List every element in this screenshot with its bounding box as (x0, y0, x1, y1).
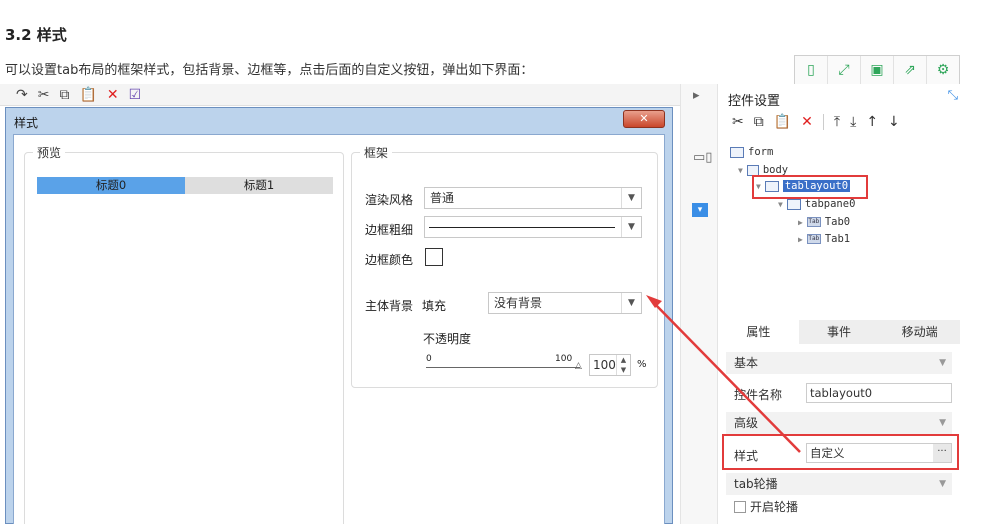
delete-icon[interactable]: ✕ (801, 114, 813, 130)
collapse-icon[interactable]: ⤡ (948, 88, 958, 103)
delete-icon[interactable]: ✕ (107, 87, 119, 103)
style-dialog: 样式 ✕ 预览 标题0 标题1 框架 渲染风格 普通 ▼ 边框粗细 ▼ 边框颜色… (5, 107, 673, 524)
expand-icon[interactable]: ▼ (738, 166, 743, 175)
render-style-label: 渲染风格 (365, 193, 414, 207)
section-description: 可以设置tab布局的框架样式，包括背景、边框等，点击后面的自定义按钮，弹出如下界… (5, 63, 534, 78)
prop-row-carousel[interactable]: 开启轮播 (734, 498, 798, 515)
toolbar-separator (822, 114, 824, 130)
opacity-spinner[interactable]: 100 ▲ ▼ (589, 354, 631, 376)
tabpane-icon (786, 198, 801, 210)
highlight-tablayout (752, 175, 868, 199)
tree-node-tabpane[interactable]: ▼ tabpane0 (778, 198, 855, 210)
side-strip: ▸ ▾ ▭▯ (680, 84, 718, 524)
paste-icon[interactable]: 📋 (79, 87, 96, 103)
chevron-down-icon: ▼ (939, 479, 946, 489)
dialog-body: 预览 标题0 标题1 框架 渲染风格 普通 ▼ 边框粗细 ▼ 边框颜色 主体背景 (13, 134, 665, 524)
percent-label: % (637, 359, 647, 370)
widget-name-input[interactable]: tablayout0 (806, 383, 952, 403)
chevron-down-icon: ▼ (621, 188, 641, 208)
fill-label: 填充 (422, 299, 447, 313)
body-icon (746, 164, 759, 176)
layout-icon[interactable]: ▭▯ (693, 150, 712, 165)
preview-legend: 预览 (33, 144, 66, 161)
render-style-select[interactable]: 普通 ▼ (424, 187, 642, 209)
top-icon-toolbar: ▯ ⤢ ▣ ⇗ ⚙ (794, 55, 960, 85)
settings-icon[interactable]: ⚙ (927, 56, 959, 84)
slider-thumb[interactable]: △ (575, 361, 582, 371)
border-width-select[interactable]: ▼ (424, 216, 642, 238)
copy-icon[interactable]: ⧉ (754, 114, 764, 130)
fullscreen-icon[interactable]: ⤢ (828, 56, 861, 84)
border-width-label: 边框粗细 (365, 223, 414, 237)
dialog-title: 样式 (14, 116, 39, 130)
group-carousel[interactable]: tab轮播 ▼ (726, 473, 952, 495)
tab-events[interactable]: 事件 (799, 320, 880, 344)
slider-min-label: 0 (426, 354, 432, 364)
opacity-label: 不透明度 (423, 332, 472, 346)
tree-node-form[interactable]: form (730, 146, 773, 158)
collapse-arrow-icon[interactable]: ▶ (798, 218, 803, 227)
cut-icon[interactable]: ✂ (732, 114, 744, 130)
preview-tab-0: 标题0 (37, 177, 185, 194)
tab-mobile[interactable]: 移动端 (879, 320, 960, 344)
collapse-arrow-icon[interactable]: ▶ (798, 235, 803, 244)
move-up-icon[interactable]: ↑ (866, 114, 878, 130)
spinner-arrows-icon[interactable]: ▲ ▼ (616, 355, 630, 375)
tree-node-tab0[interactable]: ▶ Tab Tab0 (798, 216, 850, 228)
tree-node-tab1[interactable]: ▶ Tab Tab1 (798, 233, 850, 245)
slider-max-label: 100 (555, 354, 573, 364)
paste-icon[interactable]: 📋 (774, 114, 791, 130)
section-heading: 3.2 样式 (5, 26, 67, 44)
chevron-down-icon: ▼ (621, 217, 641, 237)
prop-row-name: 控件名称 (734, 388, 783, 402)
export-icon[interactable]: ⇗ (894, 56, 927, 84)
chevron-down-icon: ▼ (939, 418, 946, 428)
check-icon[interactable]: ☑ (129, 87, 142, 103)
chevron-down-icon: ▼ (939, 358, 946, 368)
preview-tabs: 标题0 标题1 (37, 177, 333, 194)
designer-toolbar: ↷ ✂ ⧉ 📋 ✕ ☑ (0, 84, 680, 106)
property-tabs: 属性 事件 移动端 (718, 320, 960, 344)
opacity-slider[interactable] (426, 367, 580, 368)
border-color-picker[interactable] (425, 248, 443, 266)
save-icon[interactable]: ▣ (861, 56, 894, 84)
preview-tab-1: 标题1 (185, 177, 333, 194)
widget-panel-icon[interactable]: ▾ (692, 203, 708, 217)
move-down-icon[interactable]: ↓ (888, 114, 900, 130)
background-label: 主体背景 (365, 299, 414, 313)
carousel-checkbox[interactable] (734, 500, 746, 513)
redo-icon[interactable]: ↷ (16, 87, 28, 103)
background-select[interactable]: 没有背景 ▼ (488, 292, 642, 314)
cut-icon[interactable]: ✂ (38, 87, 50, 103)
tab-properties[interactable]: 属性 (718, 320, 799, 344)
close-button[interactable]: ✕ (623, 110, 665, 128)
highlight-style-row (722, 434, 959, 470)
move-top-icon[interactable]: ⤒ (834, 114, 840, 130)
border-color-label: 边框颜色 (365, 253, 414, 267)
copy-icon[interactable]: ⧉ (59, 87, 69, 103)
tab-icon: Tab (806, 217, 821, 227)
group-basic[interactable]: 基本 ▼ (726, 352, 952, 374)
panel-title: 控件设置 (728, 94, 781, 109)
screenshot-root: 3.2 样式 可以设置tab布局的框架样式，包括背景、边框等，点击后面的自定义按… (0, 0, 990, 524)
panel-toolbar: ✂ ⧉ 📋 ✕ ⤒ ⤓ ↑ ↓ (732, 114, 900, 130)
expand-icon[interactable]: ▼ (778, 200, 783, 209)
chevron-down-icon: ▼ (621, 293, 641, 313)
tablet-icon[interactable]: ▯ (795, 56, 828, 84)
frame-legend: 框架 (360, 144, 393, 161)
preview-fieldset: 预览 (24, 144, 344, 524)
move-bottom-icon[interactable]: ⤓ (850, 114, 856, 130)
border-line-sample (429, 227, 615, 228)
group-advanced[interactable]: 高级 ▼ (726, 412, 952, 434)
chevron-right-icon[interactable]: ▸ (693, 88, 700, 103)
tab-icon: Tab (806, 234, 821, 244)
form-icon (730, 146, 744, 158)
